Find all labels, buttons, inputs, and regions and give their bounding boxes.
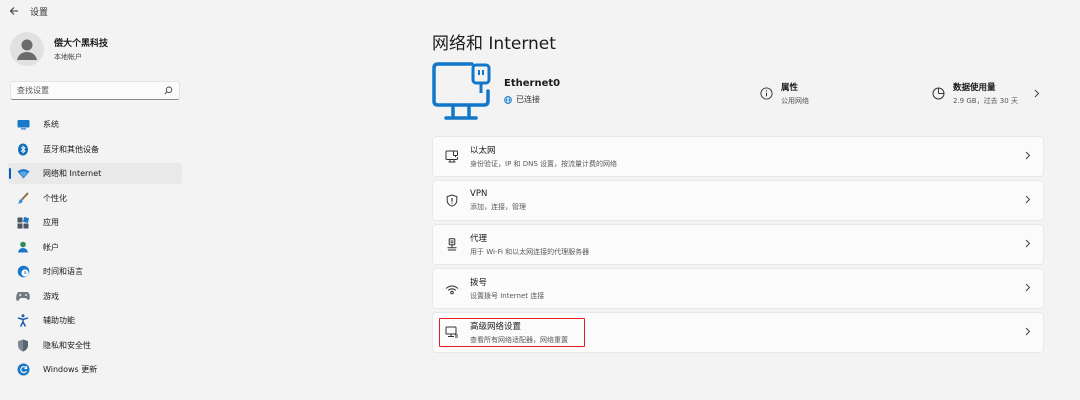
data-usage-title: 数据使用量	[953, 83, 996, 93]
sidebar-item-windows-update[interactable]: Windows 更新	[8, 359, 182, 380]
card-dialup[interactable]: 拨号 设置拨号 Internet 连接	[432, 268, 1044, 309]
apps-icon	[16, 216, 30, 230]
proxy-icon	[444, 237, 460, 253]
card-subtitle: 身份验证，IP 和 DNS 设置，按流量计费的网络	[470, 160, 618, 168]
back-arrow-icon	[9, 7, 18, 15]
update-icon	[16, 363, 30, 377]
data-usage-subtitle: 2.9 GB，过去 30 天	[953, 97, 1018, 105]
sidebar-item-system[interactable]: 系统	[8, 114, 182, 135]
vpn-shield-icon	[444, 193, 460, 209]
card-proxy[interactable]: 代理 用于 Wi-Fi 和以太网连接的代理服务器	[432, 224, 1044, 265]
globe-clock-icon	[16, 265, 30, 279]
card-title: 以太网	[470, 146, 496, 156]
wifi-icon	[16, 167, 30, 181]
sidebar: 偿大个黑科技 本地帐户 查找设置 系统 蓝牙和其他设备 网络和 Internet	[0, 22, 192, 400]
ethernet-summary: Ethernet0 已连接 属性 公用网络 数据使用量 2.9 GB，过去 30…	[432, 61, 1044, 123]
ethernet-status: 已连接	[504, 94, 540, 105]
ethernet-name: Ethernet0	[504, 78, 561, 89]
user-profile[interactable]: 偿大个黑科技 本地帐户	[10, 32, 108, 66]
ethernet-icon	[444, 149, 460, 165]
sidebar-item-label: 辅助功能	[43, 316, 75, 325]
account-icon	[16, 240, 30, 254]
card-title: 高级网络设置	[470, 322, 522, 332]
sidebar-item-apps[interactable]: 应用	[8, 212, 182, 233]
card-subtitle: 查看所有网络适配器，网络重置	[470, 336, 568, 344]
properties-button[interactable]: 属性 公用网络	[760, 81, 809, 106]
user-avatar-icon	[17, 39, 37, 60]
sidebar-item-privacy[interactable]: 隐私和安全性	[8, 335, 182, 356]
card-subtitle: 用于 Wi-Fi 和以太网连接的代理服务器	[470, 248, 590, 256]
avatar	[10, 32, 44, 66]
brush-icon	[16, 191, 30, 205]
profile-name: 偿大个黑科技	[54, 39, 109, 49]
gamepad-icon	[16, 289, 30, 303]
card-vpn[interactable]: VPN 添加，连接，管理	[432, 180, 1044, 221]
sidebar-item-label: 应用	[43, 218, 59, 227]
card-advanced-network[interactable]: 高级网络设置 查看所有网络适配器，网络重置	[432, 312, 1044, 353]
sidebar-item-accessibility[interactable]: 辅助功能	[8, 310, 182, 331]
search-placeholder: 查找设置	[17, 86, 49, 95]
ethernet-status-text: 已连接	[516, 95, 540, 104]
card-subtitle: 设置拨号 Internet 连接	[470, 292, 545, 300]
page-title: 网络和 Internet	[432, 34, 556, 54]
advanced-network-icon	[444, 325, 460, 341]
sidebar-item-label: 游戏	[43, 291, 59, 301]
ethernet-monitor-icon	[432, 62, 491, 120]
sidebar-item-label: 系统	[43, 120, 59, 129]
chevron-right-icon	[1025, 151, 1031, 160]
accessibility-icon	[16, 314, 30, 328]
chevron-right-icon	[1025, 195, 1031, 204]
chevron-right-icon	[1025, 239, 1031, 248]
sidebar-item-time-language[interactable]: 时间和语言	[8, 261, 182, 282]
sidebar-item-label: 隐私和安全性	[43, 340, 91, 350]
title-bar: 设置	[0, 0, 1080, 22]
card-title: VPN	[470, 189, 488, 199]
settings-cards: 以太网 身份验证，IP 和 DNS 设置，按流量计费的网络 VPN 添加，连接，…	[432, 136, 1044, 356]
system-icon	[16, 118, 30, 132]
sidebar-item-network[interactable]: 网络和 Internet	[8, 163, 182, 184]
search-input[interactable]: 查找设置	[10, 81, 180, 100]
globe-icon	[504, 95, 512, 104]
card-title: 代理	[470, 234, 488, 244]
sidebar-item-label: 时间和语言	[43, 267, 83, 276]
properties-title: 属性	[781, 83, 799, 93]
properties-subtitle: 公用网络	[781, 97, 809, 105]
sidebar-item-label: 网络和 Internet	[43, 169, 102, 178]
dialup-icon	[444, 281, 460, 297]
sidebar-nav: 系统 蓝牙和其他设备 网络和 Internet 个性化 应用 帐户 时间和语言 …	[8, 114, 182, 384]
sidebar-item-label: 个性化	[43, 193, 67, 203]
sidebar-item-label: 蓝牙和其他设备	[43, 144, 99, 154]
shield-icon	[16, 338, 30, 352]
profile-account-type: 本地帐户	[54, 53, 82, 61]
sidebar-item-accounts[interactable]: 帐户	[8, 237, 182, 258]
sidebar-item-label: Windows 更新	[43, 365, 98, 374]
data-usage-button[interactable]: 数据使用量 2.9 GB，过去 30 天	[932, 81, 1040, 106]
bluetooth-icon	[16, 142, 30, 156]
card-subtitle: 添加，连接，管理	[470, 203, 526, 211]
data-usage-icon	[932, 87, 945, 100]
sidebar-item-label: 帐户	[43, 242, 59, 252]
app-title: 设置	[30, 7, 49, 18]
chevron-right-icon	[1025, 283, 1031, 292]
search-icon	[164, 86, 173, 95]
back-button[interactable]	[0, 0, 28, 22]
card-ethernet[interactable]: 以太网 身份验证，IP 和 DNS 设置，按流量计费的网络	[432, 136, 1044, 177]
sidebar-item-bluetooth[interactable]: 蓝牙和其他设备	[8, 139, 182, 160]
chevron-right-icon	[1025, 327, 1031, 336]
info-icon	[760, 87, 773, 100]
sidebar-item-gaming[interactable]: 游戏	[8, 286, 182, 307]
chevron-right-icon	[1034, 89, 1040, 98]
sidebar-item-personalization[interactable]: 个性化	[8, 188, 182, 209]
card-title: 拨号	[470, 278, 488, 288]
